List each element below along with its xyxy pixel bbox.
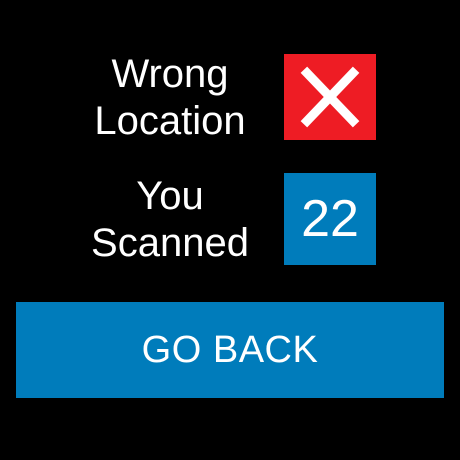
scanned-label-line1: You — [136, 174, 204, 218]
wrong-location-screen: Wrong Location You Scanned 22 GO BACK — [0, 0, 460, 460]
go-back-button[interactable]: GO BACK — [16, 302, 444, 398]
location-status-label: Wrong Location — [60, 51, 280, 145]
scanned-label: You Scanned — [60, 173, 280, 267]
scanned-row: You Scanned 22 — [0, 170, 460, 266]
scanned-count: 22 — [284, 173, 376, 265]
location-label-line2: Location — [94, 99, 246, 143]
x-mark-icon — [300, 66, 360, 128]
wrong-location-indicator — [284, 54, 376, 140]
location-label-line1: Wrong — [111, 52, 229, 96]
scanned-label-line2: Scanned — [91, 221, 249, 265]
location-status-row: Wrong Location — [0, 51, 460, 145]
